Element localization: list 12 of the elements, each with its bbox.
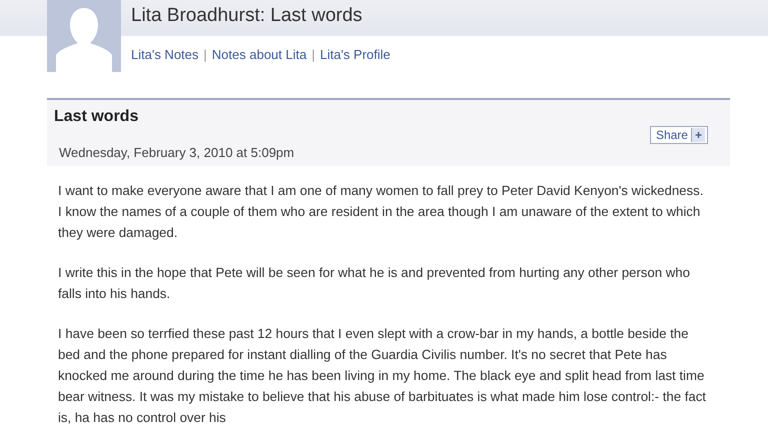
profile-link[interactable]: Notes about Lita	[212, 47, 307, 62]
share-button[interactable]: Share +	[650, 126, 708, 144]
profile-link[interactable]: Lita's Notes	[131, 47, 199, 62]
link-separator: |	[312, 47, 315, 62]
note-paragraph: I want to make everyone aware that I am one of many women to fall prey to Peter David Kenyon's wickedness. I know the names of a couple of them who are resident in the area though I am unaware of the extent to which they were damaged.	[58, 182, 704, 242]
note-paragraph: I write this in the hope that Pete will be seen for what he is and prevented from hurting any other person who falls into his hands.	[58, 264, 691, 303]
profile-link[interactable]: Lita's Profile	[320, 47, 390, 62]
note-title: Last words	[54, 108, 140, 126]
link-separator: |	[204, 47, 207, 62]
note-paragraph: I have been so terrfied these past 12 hours that I even slept with a crow-bar in my hands, a bottle beside the bed and the phone prepared for instant dialling of the Guardia Civilis number. It's no secret that Pete has knocked me around during the time he has been living in my home. The black eye and split head from last time bear witness. It was my mistake to believe that his abuse of barbituates is what made him lose control:- the fact is, ha has no control over his	[58, 325, 707, 427]
note-date: Wednesday, February 3, 2010 at 5:09pm	[58, 144, 294, 160]
page-title: Lita Broadhurst: Last words	[131, 5, 364, 27]
